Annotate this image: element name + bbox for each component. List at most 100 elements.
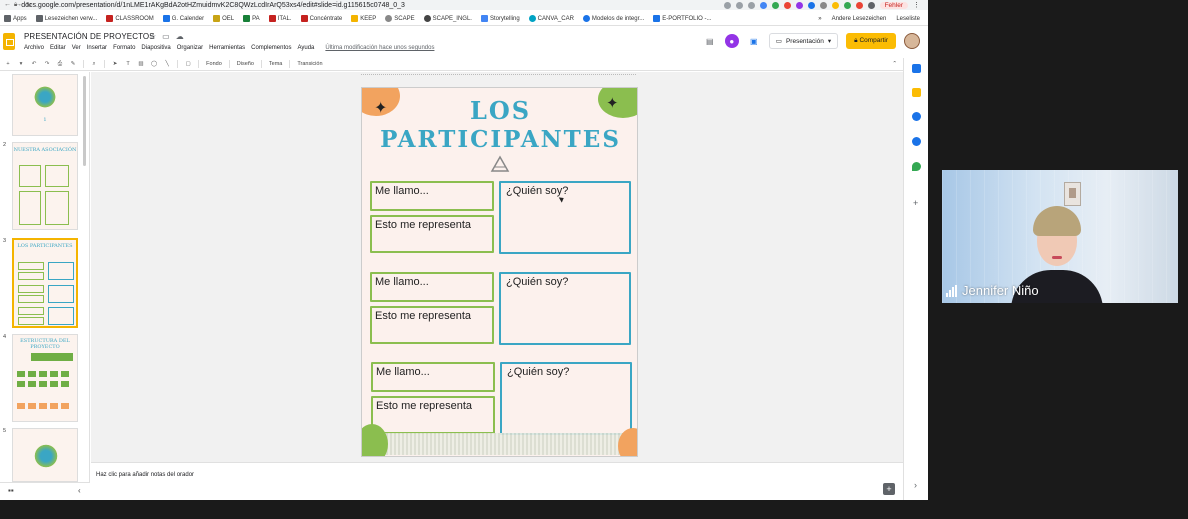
bookmark-item[interactable]: G. Calender — [162, 15, 204, 22]
grid-view-icon[interactable]: ▪▪ — [8, 486, 14, 495]
menu-insertar[interactable]: Insertar — [87, 45, 107, 51]
share-button[interactable]: 🔒︎ Compartir — [846, 33, 896, 49]
star-icon[interactable] — [747, 1, 755, 9]
document-title[interactable]: PRESENTACIÓN DE PROYECTOS — [24, 32, 155, 41]
menu-herramientas[interactable]: Herramientas — [209, 45, 245, 51]
maps-icon[interactable] — [912, 162, 921, 171]
redo-icon[interactable]: ↷ — [44, 61, 50, 67]
cloud-status-icon[interactable]: ☁ — [176, 32, 184, 41]
extension-icon[interactable] — [855, 1, 863, 9]
menu-diapositiva[interactable]: Diapositiva — [141, 45, 170, 51]
chevron-down-icon[interactable]: ▾ — [828, 37, 831, 45]
slide-title-line-1[interactable]: LOS — [362, 96, 637, 125]
comment-icon[interactable]: ▢ — [185, 61, 191, 67]
name-field[interactable]: Me llamo... — [371, 362, 495, 392]
line-icon[interactable]: ╲ — [164, 61, 170, 67]
bookmark-item[interactable]: CLASSROOM — [106, 15, 154, 22]
zoom-icon[interactable]: ⌕ — [91, 61, 97, 68]
meet-icon[interactable]: ● — [724, 34, 739, 48]
collapse-left-icon[interactable]: ‹ — [78, 486, 81, 495]
undo-icon[interactable]: ↶ — [31, 61, 37, 67]
bookmark-item[interactable]: SCAPE — [385, 15, 415, 22]
extension-icon[interactable] — [759, 1, 767, 9]
error-badge[interactable]: Fehler — [879, 1, 908, 9]
menu-complementos[interactable]: Complementos — [251, 45, 291, 51]
tasks-icon[interactable] — [912, 112, 921, 121]
extension-icon[interactable] — [771, 1, 779, 9]
thumbnail-image-selected[interactable]: LOS PARTICIPANTES — [12, 238, 78, 328]
puzzle-icon[interactable] — [867, 1, 875, 9]
keep-icon[interactable] — [912, 88, 921, 97]
bookmark-item[interactable]: PA — [243, 15, 260, 22]
transition-button[interactable]: Transición — [297, 61, 322, 67]
bookmark-item[interactable]: SCAPE_INGL. — [423, 15, 472, 22]
who-am-i-box[interactable]: ¿Quién soy? — [499, 181, 631, 254]
represent-field[interactable]: Esto me representa — [370, 215, 494, 253]
shape-icon[interactable]: ◯ — [151, 61, 157, 67]
speaker-notes[interactable]: Haz clic para añadir notas del orador + — [91, 462, 903, 500]
extension-icon[interactable] — [807, 1, 815, 9]
bookmark-item[interactable]: Storytelling — [480, 15, 520, 22]
menu-ayuda[interactable]: Ayuda — [297, 45, 314, 51]
menu-formato[interactable]: Formato — [113, 45, 135, 51]
speaker-notes-placeholder[interactable]: Haz clic para añadir notas del orador — [96, 472, 194, 478]
extension-icon[interactable] — [843, 1, 851, 9]
comments-icon[interactable]: ▤ — [703, 34, 717, 48]
new-slide-icon[interactable]: + — [5, 61, 11, 67]
textbox-icon[interactable]: T — [125, 61, 131, 67]
name-field[interactable]: Me llamo... — [370, 181, 494, 211]
move-folder-icon[interactable]: ▭ — [162, 32, 170, 41]
bookmark-item[interactable]: Apps — [4, 15, 27, 22]
paint-format-icon[interactable]: ✎ — [70, 61, 76, 67]
extension-icon[interactable] — [795, 1, 803, 9]
thumbnail-image[interactable] — [12, 428, 78, 482]
extension-icon[interactable] — [831, 1, 839, 9]
bookmark-item[interactable]: Concéntrate — [300, 15, 342, 22]
menu-organizar[interactable]: Organizar — [177, 45, 203, 51]
calendar-icon[interactable] — [912, 64, 921, 73]
theme-button[interactable]: Tema — [269, 61, 282, 67]
represent-field[interactable]: Esto me representa — [371, 396, 495, 434]
select-icon[interactable]: ➤ — [112, 61, 118, 67]
thumbnail-image[interactable]: 1 — [12, 74, 78, 136]
bookmark-item[interactable]: KEEP — [351, 15, 376, 22]
chevron-down-icon[interactable]: ▾ — [18, 61, 24, 67]
other-bookmarks[interactable]: Andere Lesezeichen — [832, 16, 887, 22]
url-text[interactable]: docs.google.com/presentation/d/1nLME1rAK… — [21, 2, 405, 9]
avatar[interactable] — [904, 33, 920, 49]
add-addon-icon[interactable]: + — [913, 198, 918, 208]
print-icon[interactable]: ⎙ — [57, 61, 63, 68]
camera-icon[interactable]: ▣ — [747, 34, 761, 48]
menu-editar[interactable]: Editar — [50, 45, 66, 51]
bookmark-item[interactable]: CANVA_CAR — [528, 15, 574, 22]
collapse-icon[interactable]: ⌃ — [892, 61, 897, 67]
expand-panel-icon[interactable]: › — [914, 480, 917, 490]
menu-dots-icon[interactable]: ⋮ — [913, 1, 920, 9]
name-field[interactable]: Me llamo... — [370, 272, 494, 302]
present-button[interactable]: ▭ Presentación ▾ — [768, 33, 839, 49]
bookmark-item[interactable]: E-PORTFOLIO -... — [653, 15, 712, 22]
who-am-i-box[interactable]: ¿Quién soy? — [500, 362, 632, 435]
last-edit-link[interactable]: Última modificación hace unos segundos — [325, 45, 434, 51]
bookmark-item[interactable]: Modelos de integr... — [582, 15, 644, 22]
thumbnail-image[interactable]: ESTRUCTURA DEL PROYECTO — [12, 334, 78, 422]
more-bookmarks-icon[interactable]: » — [818, 16, 821, 22]
contacts-icon[interactable] — [912, 137, 921, 146]
extension-icon[interactable] — [819, 1, 827, 9]
search-icon[interactable] — [723, 1, 731, 9]
bookmark-item[interactable]: ITAL. — [268, 15, 292, 22]
slides-logo-icon[interactable] — [3, 33, 15, 50]
star-icon[interactable]: ☆ — [149, 32, 156, 41]
image-icon[interactable]: ▨ — [138, 61, 144, 67]
slide-title-line-2[interactable]: PARTICIPANTES — [362, 126, 637, 153]
extension-icon[interactable] — [783, 1, 791, 9]
filmstrip-scrollbar[interactable] — [83, 76, 86, 166]
bookmark-item[interactable]: Lesezeichen verw... — [35, 15, 97, 22]
represent-field[interactable]: Esto me representa — [370, 306, 494, 344]
back-icon[interactable]: ← — [4, 1, 11, 9]
menu-ver[interactable]: Ver — [72, 45, 81, 51]
video-tile[interactable]: Jennifer Niño — [942, 170, 1178, 303]
thumbnail-image[interactable]: NUESTRA ASOCIACIÓN — [12, 142, 78, 230]
menu-archivo[interactable]: Archivo — [24, 45, 44, 51]
reading-list[interactable]: Leseliste — [896, 16, 920, 22]
